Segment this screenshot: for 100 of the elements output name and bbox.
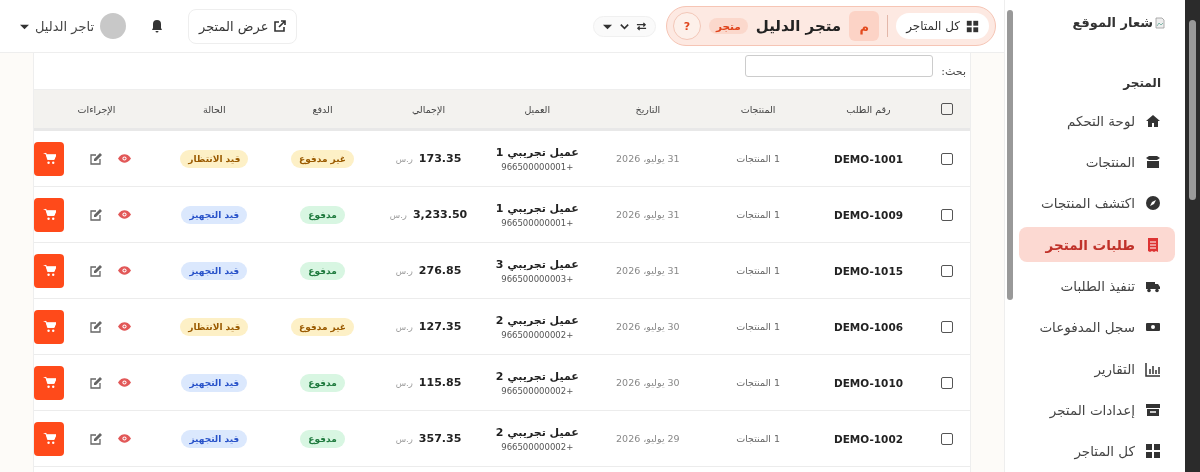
order-number: DEMO-1015: [834, 264, 904, 277]
home-icon: [1145, 112, 1161, 129]
help-button[interactable]: ?: [672, 12, 701, 40]
user-menu[interactable]: تاجر الدليل: [20, 13, 127, 39]
column-header: الحالة: [203, 103, 226, 115]
sidebar-item[interactable]: تنفيذ الطلبات: [1019, 268, 1175, 304]
row-checkbox[interactable]: [940, 320, 953, 333]
sidebar-item[interactable]: المنتجات: [1019, 144, 1175, 180]
row-checkbox[interactable]: [940, 376, 953, 389]
order-total: 173.35: [418, 152, 462, 165]
view-store-button[interactable]: عرض المتجر: [188, 8, 298, 44]
cart-icon: [42, 208, 56, 221]
switch-store-dropdown[interactable]: [592, 15, 656, 37]
cart-button[interactable]: [34, 365, 64, 400]
customer-phone: +966500000002: [500, 329, 575, 340]
row-checkbox[interactable]: [940, 264, 953, 277]
order-number: DEMO-1010: [834, 376, 904, 389]
search-label: بحث:: [941, 64, 966, 78]
cart-icon: [42, 432, 56, 445]
currency-label: ر.س: [395, 434, 413, 444]
order-date: 30 يوليو، 2026: [616, 377, 680, 388]
order-total: 357.35: [418, 432, 462, 445]
customer-phone: +966500000001: [500, 161, 575, 172]
bar-chart-icon: [1145, 360, 1161, 377]
order-date: 31 يوليو، 2026: [616, 209, 680, 220]
sidebar-item[interactable]: كل المتاجر: [1019, 433, 1175, 470]
order-date: 29 يوليو، 2026: [616, 433, 680, 444]
order-total: 115.85: [418, 376, 462, 389]
order-status: قيد التجهيز: [181, 373, 248, 392]
cart-button[interactable]: [34, 309, 64, 344]
customer-phone: +966500000002: [500, 385, 575, 396]
customer-name: عميل تجريبي 2: [494, 369, 580, 383]
sidebar-item[interactable]: لوحة التحكم: [1019, 102, 1175, 139]
view-icon[interactable]: [118, 154, 131, 163]
view-icon[interactable]: [118, 210, 131, 219]
order-number: DEMO-1009: [834, 208, 904, 221]
customer-name: عميل تجريبي 3: [494, 257, 580, 271]
order-date: 30 يوليو، 2026: [616, 321, 680, 332]
store-icon: [1145, 402, 1161, 418]
box-icon: [1145, 153, 1161, 170]
cart-icon: [42, 320, 56, 333]
edit-icon[interactable]: [90, 320, 102, 333]
payment-status: مدفوع: [300, 261, 345, 280]
customer-name: عميل تجريبي 1: [494, 145, 580, 159]
customer-phone: +966500000002: [500, 441, 575, 452]
order-number: DEMO-1002: [834, 432, 904, 445]
sidebar-item[interactable]: اكتشف المنتجات: [1019, 185, 1175, 221]
customer-phone: +966500000003: [500, 273, 575, 284]
store-avatar: م: [849, 11, 880, 41]
cart-icon: [42, 376, 56, 389]
grid-icon: [1145, 443, 1161, 460]
sidebar-item[interactable]: طلبات المتجر: [1019, 226, 1175, 263]
column-header: رقم الطلب: [846, 103, 891, 115]
column-header: الإجراءات: [77, 103, 116, 115]
customer-name: عميل تجريبي 1: [494, 201, 580, 215]
row-checkbox[interactable]: [940, 152, 953, 165]
view-icon[interactable]: [118, 322, 131, 331]
payment-status: غير مدفوع: [291, 149, 354, 168]
edit-icon[interactable]: [90, 208, 102, 221]
row-checkbox[interactable]: [940, 208, 953, 221]
broken-image-icon: [1155, 16, 1165, 29]
payment-status: غير مدفوع: [291, 317, 354, 336]
search-field[interactable]: [745, 55, 934, 77]
products-count: 1 المنتجات: [736, 377, 780, 388]
payment-status: مدفوع: [300, 373, 345, 392]
cart-button[interactable]: [34, 253, 64, 288]
edit-icon[interactable]: [90, 264, 102, 277]
view-icon[interactable]: [118, 434, 131, 443]
store-name: متجر الدليل: [755, 17, 842, 35]
payment-status: مدفوع: [300, 205, 345, 224]
bell-icon[interactable]: [150, 19, 165, 33]
products-count: 1 المنتجات: [736, 433, 780, 444]
view-icon[interactable]: [118, 378, 131, 387]
scrollbar[interactable]: [1185, 0, 1200, 472]
order-date: 31 يوليو، 2026: [616, 265, 680, 276]
compass-icon: [1145, 195, 1161, 212]
cart-button[interactable]: [34, 421, 64, 456]
row-checkbox[interactable]: [940, 432, 953, 445]
column-header: المنتجات: [740, 103, 776, 115]
sidebar-item[interactable]: سجل المدفوعات: [1019, 309, 1175, 345]
products-count: 1 المنتجات: [736, 265, 780, 276]
sidebar-scrollbar[interactable]: [1007, 10, 1013, 300]
edit-icon[interactable]: [90, 152, 102, 165]
payment-status: مدفوع: [300, 429, 345, 448]
column-header: الإجمالي: [411, 103, 446, 115]
select-all-checkbox[interactable]: [940, 103, 953, 116]
sidebar-item[interactable]: إعدادات المتجر: [1019, 392, 1175, 428]
grid-icon: [966, 19, 979, 33]
edit-icon[interactable]: [90, 376, 102, 389]
column-header: العميل: [524, 103, 551, 115]
order-status: قيد التجهيز: [181, 205, 248, 224]
all-stores-button[interactable]: كل المتاجر: [896, 13, 989, 39]
view-icon[interactable]: [118, 266, 131, 275]
sidebar-item[interactable]: التقارير: [1019, 351, 1175, 387]
cart-button[interactable]: [34, 197, 64, 232]
products-count: 1 المنتجات: [736, 153, 780, 164]
edit-icon[interactable]: [90, 432, 102, 445]
cart-button[interactable]: [34, 141, 64, 176]
currency-label: ر.س: [395, 266, 413, 276]
customer-phone: +966500000001: [500, 217, 575, 228]
